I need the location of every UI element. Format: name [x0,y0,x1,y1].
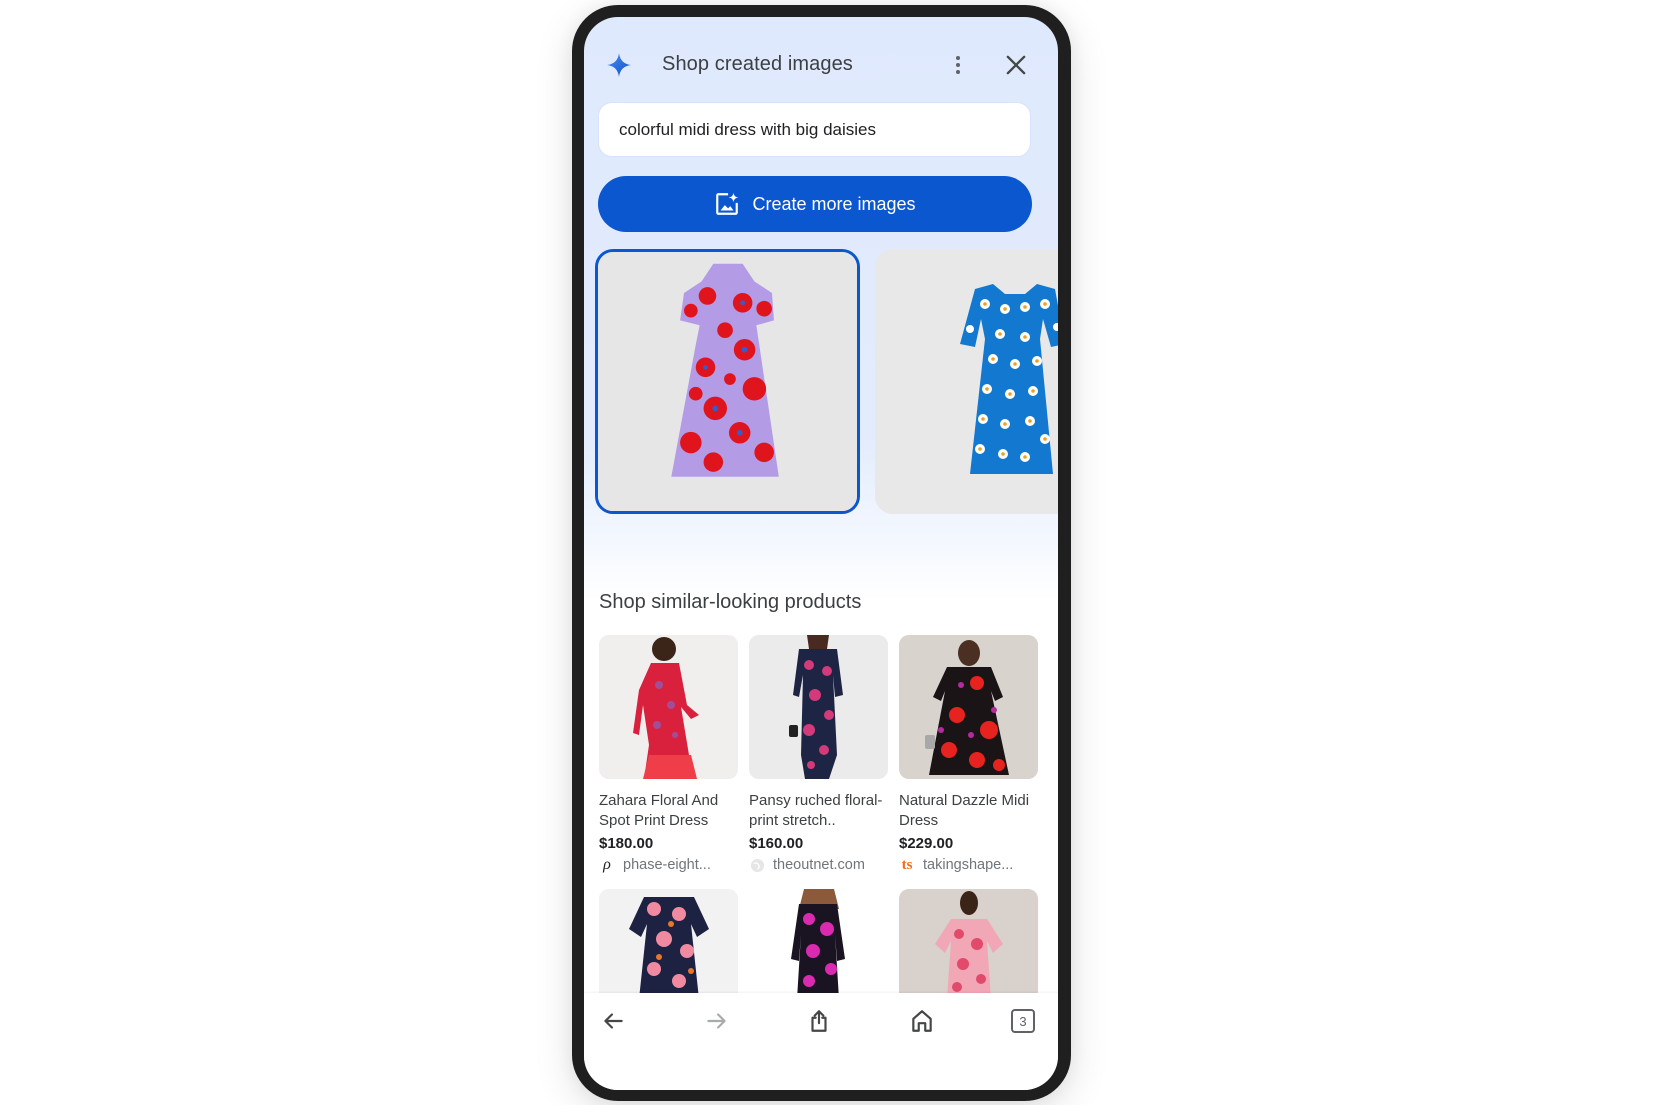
product-site-label: theoutnet.com [773,857,865,873]
product-price: $180.00 [599,835,654,852]
product-site[interactable]: ts takingshape... [899,855,1038,875]
back-button[interactable] [597,1005,629,1037]
add-photo-sparkle-icon [716,192,739,215]
phone-frame: Shop created images colorful midi dress … [572,5,1071,1101]
more-options-button[interactable] [944,51,972,79]
create-more-images-button[interactable]: Create more images [598,176,1032,232]
product-card[interactable]: Natural Dazzle Midi Dress $229.00 ts tak… [899,635,1038,875]
product-site-label: phase-eight... [623,857,711,873]
tab-count: 3 [1011,1009,1035,1033]
close-button[interactable] [1002,51,1030,79]
share-button[interactable] [803,1005,835,1037]
create-more-images-label: Create more images [752,193,916,214]
generated-image-card[interactable] [595,249,860,514]
forward-button[interactable] [701,1005,733,1037]
similar-products-heading: Shop similar-looking products [599,591,862,613]
phase-eight-logo-icon: ρ [603,856,611,873]
product-site[interactable]: theoutnet.com [749,855,888,875]
panel-title: Shop created images [662,53,853,75]
globe-icon [749,857,765,873]
generated-images-carousel[interactable] [584,249,1058,516]
more-vert-icon [956,56,960,60]
product-card[interactable]: Zahara Floral And Spot Print Dress $180.… [599,635,738,875]
home-button[interactable] [906,1005,938,1037]
product-name: Zahara Floral And Spot Print Dress [599,792,719,829]
back-arrow-icon [604,1013,623,1029]
phone-screen: Shop created images colorful midi dress … [584,17,1058,1090]
share-icon [811,1010,827,1032]
product-site-label: takingshape... [923,857,1014,873]
forward-arrow-icon [707,1013,726,1029]
panel-header: Shop created images [584,17,1058,107]
product-site[interactable]: ρ phase-eight... [599,855,738,875]
ts-logo-icon: ts [901,857,913,873]
product-price: $160.00 [749,835,804,852]
product-image [749,635,888,779]
product-name: Natural Dazzle Midi Dress [899,792,1030,829]
product-image [899,635,1038,779]
browser-bottom-bar: 3 [584,993,1058,1090]
generated-dress-image [598,252,857,511]
product-name: Pansy ruched floral-print stretch.. [749,792,883,829]
generated-image-card[interactable] [875,249,1058,514]
tab-switcher-button[interactable]: 3 [1007,1005,1039,1037]
product-price: $229.00 [899,835,954,852]
product-image [599,635,738,779]
sparkle-icon [607,53,631,77]
generated-dress-image [875,249,1058,514]
home-icon [912,1010,932,1032]
prompt-text: colorful midi dress with big daisies [619,119,876,139]
prompt-input[interactable]: colorful midi dress with big daisies [598,102,1031,157]
product-card[interactable]: Pansy ruched floral-print stretch.. $160… [749,635,888,875]
